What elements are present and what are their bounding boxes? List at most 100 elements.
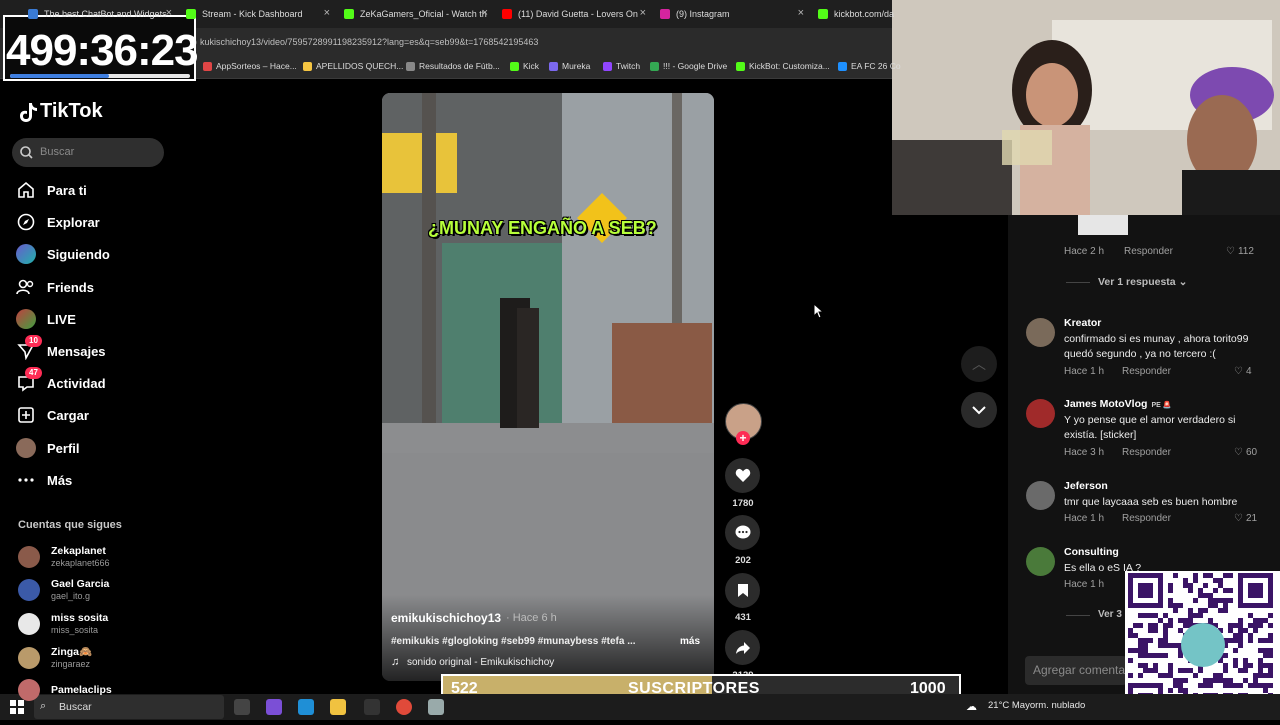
following-account[interactable]: Gael Garcia gael_ito.g	[18, 578, 109, 602]
bookmark-label: Mureka	[562, 61, 591, 71]
comment-like-button[interactable]: ♡ 21	[1234, 513, 1257, 524]
bookmark-item[interactable]: AppSorteos – Hace...	[203, 61, 297, 71]
url-text[interactable]: kukischichoy13/video/7595728991198235912…	[200, 37, 538, 47]
bookmark-item[interactable]: !!! - Google Drive	[650, 61, 727, 71]
previous-video-button[interactable]: ︿	[961, 346, 997, 382]
commenter-name[interactable]: Kreator	[1064, 317, 1101, 329]
bookmark-item[interactable]: APELLIDOS QUECH...	[303, 61, 403, 71]
tiktok-logo[interactable]: TikTok	[18, 100, 103, 123]
close-tab-icon[interactable]: ×	[166, 7, 172, 19]
nav-item-explorar[interactable]: Explorar	[16, 212, 100, 232]
video-author[interactable]: emikukischichoy13	[391, 611, 501, 625]
qr-module	[1238, 638, 1243, 643]
commenter-avatar[interactable]	[1026, 318, 1055, 347]
qr-module	[1138, 638, 1143, 643]
qr-module	[1168, 598, 1173, 603]
close-tab-icon[interactable]: ×	[640, 7, 646, 19]
chrome-icon[interactable]	[396, 699, 412, 715]
qr-module	[1168, 583, 1173, 588]
like-button[interactable]	[725, 458, 760, 493]
commenter-name[interactable]: Jeferson	[1064, 480, 1108, 492]
browser-tab[interactable]: (11) David Guetta - Lovers On ×	[502, 4, 646, 24]
commenter-name[interactable]: James MotoVlog PE 🚨	[1064, 398, 1171, 410]
reply-button[interactable]: Responder	[1122, 513, 1171, 524]
following-account[interactable]: Zinga🙈 zingaraez	[18, 646, 92, 670]
video-player[interactable]	[382, 93, 714, 681]
following-account[interactable]: Pamelaclips	[18, 679, 112, 701]
tab-title: Stream - Kick Dashboard	[202, 9, 303, 19]
browser-tab[interactable]: The best ChatBot and Widgets ×	[28, 4, 172, 24]
search-input[interactable]	[12, 138, 164, 167]
save-button[interactable]	[725, 573, 760, 608]
qr-module	[1258, 663, 1263, 668]
task-view-icon[interactable]	[234, 699, 250, 715]
qr-module	[1148, 623, 1153, 628]
follow-plus-icon[interactable]: +	[736, 431, 750, 445]
view-more-replies-button[interactable]: Ver 3	[1098, 609, 1122, 620]
commenter-avatar[interactable]	[1026, 399, 1055, 428]
browser-tab[interactable]: ZeKaGamers_Oficial - Watch th ×	[344, 4, 488, 24]
commenter-avatar[interactable]	[1026, 547, 1055, 576]
close-tab-icon[interactable]: ×	[324, 7, 330, 19]
qr-module	[1143, 638, 1148, 643]
video-hashtags[interactable]: #emikukis #glogloking #seb99 #munaybess …	[391, 636, 636, 647]
reply-button[interactable]: Responder	[1124, 246, 1173, 257]
share-button[interactable]	[725, 630, 760, 665]
comment-like-button[interactable]: ♡ 112	[1226, 246, 1254, 257]
following-account[interactable]: miss sosita miss_sosita	[18, 612, 108, 636]
comment-button[interactable]	[725, 515, 760, 550]
nav-item-live[interactable]: LIVE	[16, 309, 76, 329]
qr-module	[1178, 683, 1183, 688]
video-sound[interactable]: sonido original - Emikukischichoy	[407, 657, 554, 668]
nav-item-mensajes[interactable]: 10 Mensajes	[16, 335, 106, 361]
view-replies-button[interactable]: Ver 1 respuesta ⌄	[1098, 276, 1187, 288]
nav-item-más[interactable]: Más	[16, 470, 72, 490]
qr-module	[1133, 633, 1138, 638]
qr-module	[1233, 623, 1238, 628]
file-explorer-icon[interactable]	[330, 699, 346, 715]
following-account[interactable]: Zekaplanet zekaplanet666	[18, 545, 110, 569]
browser-tab[interactable]: Stream - Kick Dashboard ×	[186, 4, 330, 24]
nav-item-para-ti[interactable]: Para ti	[16, 180, 87, 200]
bookmark-item[interactable]: Twitch	[603, 61, 640, 71]
bookmark-label: !!! - Google Drive	[663, 61, 728, 71]
windows-start-icon[interactable]	[10, 700, 24, 719]
bookmark-item[interactable]: Resultados de Fútb...	[406, 61, 500, 71]
bookmark-item[interactable]: EA FC 26 Co	[838, 61, 901, 71]
bookmark-item[interactable]: Kick	[510, 61, 539, 71]
qr-module	[1228, 598, 1233, 603]
qr-module	[1148, 628, 1153, 633]
nav-label: Cargar	[47, 407, 89, 423]
comment-like-button[interactable]: ♡ 60	[1234, 447, 1257, 458]
commenter-name[interactable]: Consulting	[1064, 546, 1119, 558]
qr-module	[1263, 673, 1268, 678]
nav-item-actividad[interactable]: 47 Actividad	[16, 367, 106, 393]
commenter-avatar[interactable]	[1026, 481, 1055, 510]
nav-item-perfil[interactable]: Perfil	[16, 438, 80, 458]
settings-icon[interactable]	[428, 699, 444, 715]
next-video-button[interactable]	[961, 392, 997, 428]
browser-tab[interactable]: kickbot.com/da	[818, 4, 962, 24]
qr-module	[1193, 673, 1198, 678]
bookmark-label: APELLIDOS QUECH...	[316, 61, 404, 71]
bookmark-item[interactable]: KickBot: Customiza...	[736, 61, 830, 71]
reply-button[interactable]: Responder	[1122, 447, 1171, 458]
comment-like-count: 60	[1245, 447, 1258, 458]
close-tab-icon[interactable]: ×	[798, 7, 804, 19]
video-more-link[interactable]: más	[680, 636, 700, 647]
qr-module	[1213, 578, 1218, 583]
comment-like-button[interactable]: ♡ 4	[1234, 366, 1252, 377]
search-icon	[20, 146, 33, 159]
kick-app-icon[interactable]	[364, 699, 380, 715]
commenter-name-text: Consulting	[1064, 546, 1119, 558]
tab-favicon-icon	[344, 9, 354, 19]
edge-icon[interactable]	[298, 699, 314, 715]
nav-item-siguiendo[interactable]: Siguiendo	[16, 244, 110, 264]
bookmark-item[interactable]: Mureka	[549, 61, 590, 71]
reply-button[interactable]: Responder	[1122, 366, 1171, 377]
copilot-icon[interactable]	[266, 699, 282, 715]
nav-item-cargar[interactable]: Cargar	[16, 405, 89, 425]
close-tab-icon[interactable]: ×	[482, 7, 488, 19]
nav-item-friends[interactable]: Friends	[16, 277, 94, 297]
browser-tab[interactable]: (9) Instagram ×	[660, 4, 804, 24]
